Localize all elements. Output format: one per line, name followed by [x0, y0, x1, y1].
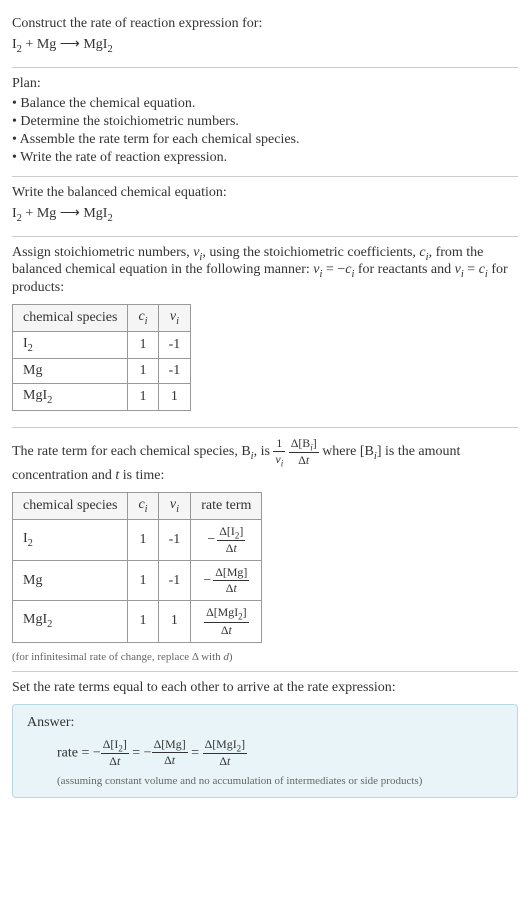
- cell-rate: −Δ[I2]Δt: [191, 519, 262, 560]
- cell-ci: 1: [128, 331, 158, 358]
- stoich-section: Assign stoichiometric numbers, νi, using…: [12, 237, 518, 428]
- table-header-row: chemical species ci νi rate term: [13, 492, 262, 519]
- col-vi: νi: [158, 305, 191, 332]
- answer-label: Answer:: [27, 715, 503, 731]
- cell-ci: 1: [128, 383, 158, 410]
- cell-ci: 1: [128, 561, 158, 601]
- intro-equation: I2 + Mg ⟶ MgI2: [12, 36, 518, 55]
- table-row: I2 1 -1: [13, 331, 191, 358]
- col-ci: ci: [128, 305, 158, 332]
- cell-ci: 1: [128, 601, 158, 642]
- cell-species: MgI2: [13, 383, 128, 410]
- cell-species: Mg: [13, 358, 128, 383]
- plan-item: • Assemble the rate term for each chemic…: [12, 132, 518, 148]
- cell-ci: 1: [128, 358, 158, 383]
- stoich-table: chemical species ci νi I2 1 -1 Mg 1 -1 M…: [12, 304, 191, 410]
- col-ci: ci: [128, 492, 158, 519]
- col-vi: νi: [158, 492, 191, 519]
- cell-vi: -1: [158, 561, 191, 601]
- cell-ci: 1: [128, 519, 158, 560]
- table-row: Mg 1 -1: [13, 358, 191, 383]
- final-section: Set the rate terms equal to each other t…: [12, 672, 518, 806]
- cell-vi: 1: [158, 383, 191, 410]
- cell-rate: −Δ[Mg]Δt: [191, 561, 262, 601]
- rateterm-text: The rate term for each chemical species,…: [12, 436, 518, 484]
- final-title: Set the rate terms equal to each other t…: [12, 680, 518, 696]
- plan-item: • Determine the stoichiometric numbers.: [12, 114, 518, 130]
- cell-vi: -1: [158, 358, 191, 383]
- answer-expression: rate = −Δ[I2]Δt = −Δ[Mg]Δt = Δ[MgI2]Δt: [57, 737, 503, 769]
- table-header-row: chemical species ci νi: [13, 305, 191, 332]
- cell-species: MgI2: [13, 601, 128, 642]
- balanced-title: Write the balanced chemical equation:: [12, 185, 518, 201]
- table-row: MgI2 1 1 Δ[MgI2]Δt: [13, 601, 262, 642]
- cell-vi: 1: [158, 601, 191, 642]
- rateterm-before: The rate term for each chemical species,…: [12, 444, 273, 459]
- intro-section: Construct the rate of reaction expressio…: [12, 8, 518, 68]
- plan-item: • Write the rate of reaction expression.: [12, 150, 518, 166]
- cell-species: I2: [13, 519, 128, 560]
- table-row: Mg 1 -1 −Δ[Mg]Δt: [13, 561, 262, 601]
- cell-vi: -1: [158, 519, 191, 560]
- col-species: chemical species: [13, 492, 128, 519]
- cell-vi: -1: [158, 331, 191, 358]
- balanced-section: Write the balanced chemical equation: I2…: [12, 177, 518, 237]
- plan-label: Plan:: [12, 76, 518, 92]
- table-row: MgI2 1 1: [13, 383, 191, 410]
- cell-species: I2: [13, 331, 128, 358]
- cell-species: Mg: [13, 561, 128, 601]
- balanced-equation: I2 + Mg ⟶ MgI2: [12, 205, 518, 224]
- rateterm-table: chemical species ci νi rate term I2 1 -1…: [12, 492, 262, 643]
- rateterm-section: The rate term for each chemical species,…: [12, 428, 518, 672]
- table-row: I2 1 -1 −Δ[I2]Δt: [13, 519, 262, 560]
- plan-section: Plan: • Balance the chemical equation. •…: [12, 68, 518, 177]
- cell-rate: Δ[MgI2]Δt: [191, 601, 262, 642]
- stoich-text: Assign stoichiometric numbers, νi, using…: [12, 245, 518, 297]
- plan-list: • Balance the chemical equation. • Deter…: [12, 96, 518, 166]
- rateterm-note: (for infinitesimal rate of change, repla…: [12, 651, 518, 663]
- intro-title: Construct the rate of reaction expressio…: [12, 16, 518, 32]
- rateterm-formula: 1νi Δ[Bi]Δt: [273, 444, 318, 459]
- col-rate: rate term: [191, 492, 262, 519]
- answer-note: (assuming constant volume and no accumul…: [57, 775, 503, 787]
- col-species: chemical species: [13, 305, 128, 332]
- plan-item: • Balance the chemical equation.: [12, 96, 518, 112]
- answer-box: Answer: rate = −Δ[I2]Δt = −Δ[Mg]Δt = Δ[M…: [12, 704, 518, 798]
